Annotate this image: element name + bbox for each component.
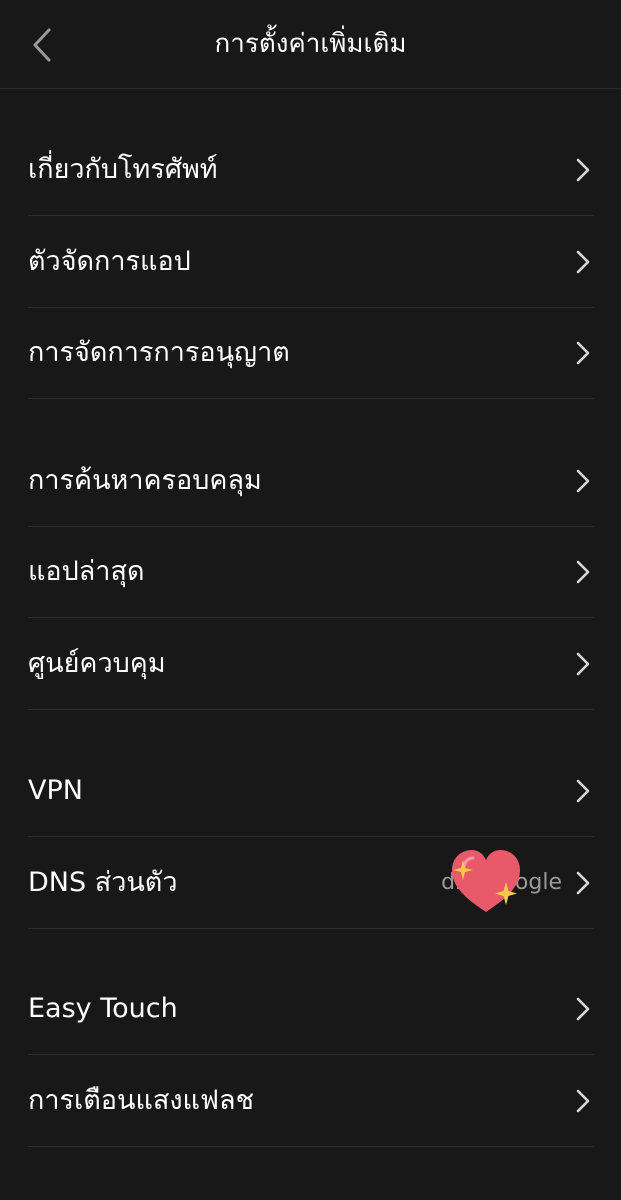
settings-item-label: การจัดการการอนุญาต [28,336,290,368]
settings-item-label: การค้นหาครอบคลุม [28,464,262,496]
settings-item-label: DNS ส่วนตัว [28,866,178,898]
chevron-right-icon [574,869,592,897]
sparkling-heart-icon [446,846,526,918]
settings-item-label: Easy Touch [28,992,178,1024]
settings-item-easy-touch[interactable]: Easy Touch [28,963,594,1055]
chevron-right-icon [574,467,592,495]
chevron-right-icon [574,558,592,586]
settings-item-label: การเตือนแสงแฟลช [28,1084,254,1116]
chevron-right-icon [574,650,592,678]
settings-item-label: เกี่ยวกับโทรศัพท์ [28,153,218,185]
settings-item-permission-management[interactable]: การจัดการการอนุญาต [28,307,594,399]
settings-item-about-phone[interactable]: เกี่ยวกับโทรศัพท์ [28,124,594,216]
chevron-right-icon [574,248,592,276]
chevron-right-icon [574,1087,592,1115]
top-app-bar: การตั้งค่าเพิ่มเติม [0,0,621,89]
settings-item-label: VPN [28,774,83,806]
settings-item-recent-apps[interactable]: แอปล่าสุด [28,526,594,618]
settings-item-control-center[interactable]: ศูนย์ควบคุม [28,618,594,710]
settings-item-label: ตัวจัดการแอป [28,245,191,277]
settings-item-app-manager[interactable]: ตัวจัดการแอป [28,216,594,308]
chevron-right-icon [574,777,592,805]
chevron-right-icon [574,339,592,367]
settings-item-flash-notification[interactable]: การเตือนแสงแฟลช [28,1055,594,1147]
settings-item-label: แอปล่าสุด [28,555,145,587]
page-title: การตั้งค่าเพิ่มเติม [214,29,407,59]
chevron-right-icon [574,156,592,184]
chevron-right-icon [574,995,592,1023]
settings-item-label: ศูนย์ควบคุม [28,647,166,679]
settings-item-global-search[interactable]: การค้นหาครอบคลุม [28,435,594,527]
settings-item-vpn[interactable]: VPN [28,745,594,837]
